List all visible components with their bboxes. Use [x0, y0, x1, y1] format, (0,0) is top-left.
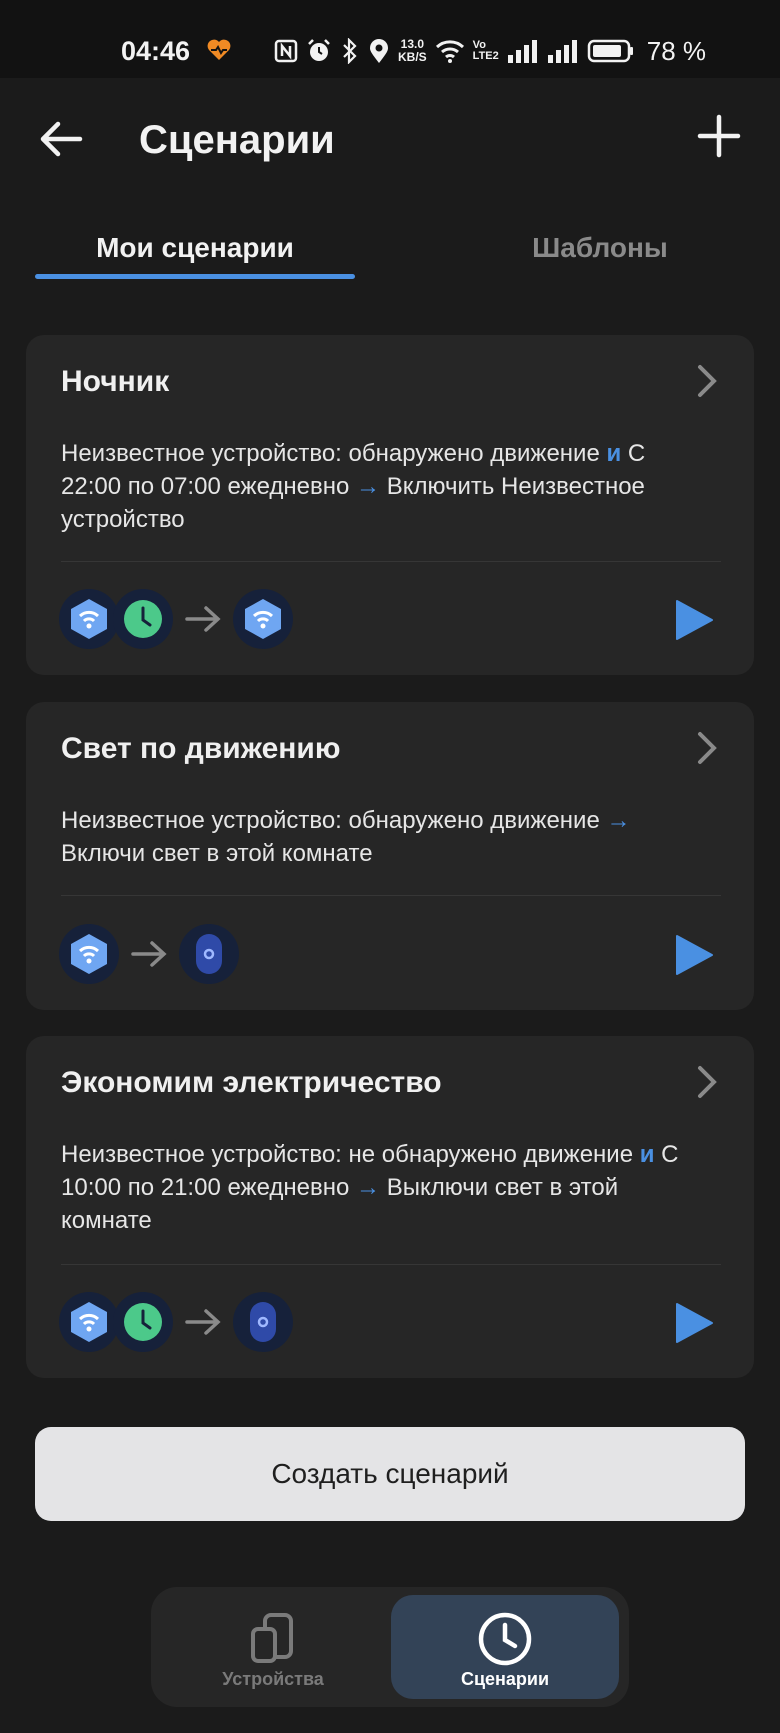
arrow-right-icon: [173, 1292, 233, 1352]
alarm-icon: [308, 39, 330, 61]
desc-arrow: →: [356, 1174, 381, 1201]
arrow-right-icon: [173, 589, 233, 649]
bottom-nav: Устройства Сценарии: [151, 1587, 629, 1707]
desc-conjunction: и: [606, 440, 622, 467]
play-button[interactable]: [674, 599, 714, 641]
heart-pulse-icon: [207, 39, 231, 60]
bluetooth-icon: [343, 38, 357, 64]
desc-text: Неизвестное устройство: обнаружено движе…: [61, 807, 607, 834]
net-speed-unit: KB/S: [398, 50, 427, 64]
tab-my-scenarios[interactable]: Мои сценарии: [35, 232, 355, 264]
add-scenario-button[interactable]: [696, 113, 742, 159]
light-switch-icon: [233, 1292, 293, 1352]
back-button[interactable]: [36, 114, 86, 164]
create-scenario-button[interactable]: Создать сценарий: [35, 1427, 745, 1521]
status-time: 04:46: [121, 36, 191, 66]
desc-text: Неизвестное устройство: обнаружено движе…: [61, 440, 607, 467]
scenario-card[interactable]: Свет по движению Неизвестное устройство:…: [26, 702, 754, 1010]
net-speed: 13.0 KB/S: [398, 38, 427, 64]
desc-text: Неизвестное устройство: не обнаружено дв…: [61, 1141, 640, 1168]
chevron-right-icon[interactable]: [692, 363, 720, 399]
motion-sensor-icon: [233, 589, 293, 649]
page-title: Сценарии: [139, 118, 335, 162]
scenario-title: Свет по движению: [61, 732, 341, 765]
play-button[interactable]: [674, 1302, 714, 1344]
light-switch-icon: [179, 924, 239, 984]
motion-sensor-icon: [59, 589, 119, 649]
wifi-icon: [435, 40, 464, 63]
scenario-description: Неизвестное устройство: обнаружено движе…: [61, 437, 711, 536]
nav-scenarios[interactable]: Сценарии: [391, 1595, 619, 1699]
desc-conjunction: и: [639, 1141, 655, 1168]
scenario-icons: [59, 924, 239, 984]
scenario-card[interactable]: Экономим электричество Неизвестное устро…: [26, 1036, 754, 1378]
tab-templates[interactable]: Шаблоны: [440, 232, 760, 264]
location-icon: [370, 39, 388, 63]
clock-icon: [478, 1612, 532, 1666]
scenario-description: Неизвестное устройство: обнаружено движе…: [61, 804, 711, 870]
scenario-title: Экономим электричество: [61, 1066, 442, 1099]
play-button[interactable]: [674, 934, 714, 976]
scenario-card[interactable]: Ночник Неизвестное устройство: обнаружен…: [26, 335, 754, 675]
clock-icon: [113, 589, 173, 649]
arrow-right-icon: [119, 924, 179, 984]
chevron-right-icon[interactable]: [692, 730, 720, 766]
nfc-icon: [274, 39, 298, 63]
volte-bottom: LTE2: [472, 50, 499, 62]
desc-arrow: →: [356, 473, 381, 500]
chevron-right-icon[interactable]: [692, 1064, 720, 1100]
scenario-title: Ночник: [61, 365, 170, 398]
battery-icon: [587, 39, 633, 63]
battery-percent: 78 %: [646, 35, 707, 66]
motion-sensor-icon: [59, 924, 119, 984]
nav-devices[interactable]: Устройства: [159, 1595, 387, 1699]
nav-scenarios-label: Сценарии: [460, 1669, 550, 1689]
signal-icon: [507, 40, 537, 63]
clock-icon: [113, 1292, 173, 1352]
tab-bar: Мои сценарии Шаблоны: [0, 210, 780, 290]
app-bar: Сценарии: [0, 78, 780, 198]
active-tab-indicator: [35, 274, 355, 279]
nav-devices-label: Устройства: [222, 1669, 324, 1689]
scenario-icons: [59, 589, 293, 649]
card-divider: [61, 895, 721, 896]
desc-text: Включи свет в этой комнате: [61, 840, 373, 867]
status-bar: 04:46 13.0 KB/S Vo LTE2 78 %: [0, 0, 780, 78]
scenario-icons: [59, 1292, 293, 1352]
scenario-description: Неизвестное устройство: не обнаружено дв…: [61, 1138, 711, 1237]
desc-arrow: →: [606, 807, 631, 834]
devices-icon: [251, 1613, 293, 1663]
volte-indicator: Vo LTE2: [473, 40, 499, 62]
card-divider: [61, 1264, 721, 1265]
motion-sensor-icon: [59, 1292, 119, 1352]
signal-icon: [547, 40, 577, 63]
card-divider: [61, 561, 721, 562]
